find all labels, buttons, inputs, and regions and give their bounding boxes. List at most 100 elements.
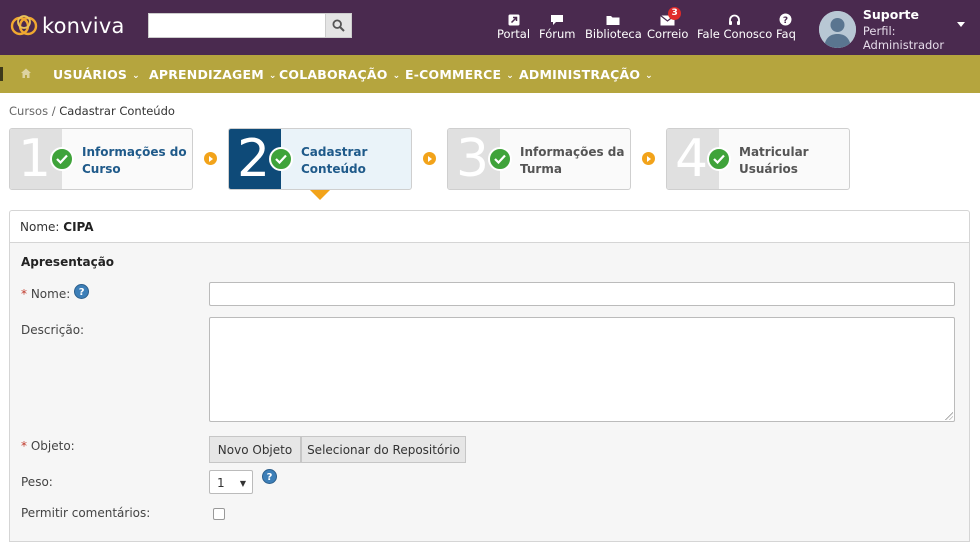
menu-aprendizagem[interactable]: APRENDIZAGEM ⌄ (149, 67, 277, 82)
step-1[interactable]: 1 Informações do Curso (9, 128, 193, 190)
step-label-line1: Matricular (739, 145, 809, 159)
resize-handle[interactable] (945, 412, 953, 420)
main-menu: USUÁRIOS ⌄ APRENDIZAGEM ⌄ COLABORAÇÃO ⌄ E-C… (0, 55, 980, 93)
nav-biblioteca[interactable]: Biblioteca (585, 11, 642, 41)
menu-administracao-label: ADMINISTRAÇÃO (519, 67, 641, 82)
menu-colaboracao[interactable]: COLABORAÇÃO ⌄ (279, 67, 400, 82)
required-mark: * (21, 439, 27, 453)
step-arrow-icon (423, 152, 436, 165)
search-input[interactable] (148, 13, 325, 38)
name-label: * Nome: ? (21, 284, 90, 302)
check-icon (269, 147, 293, 171)
required-mark: * (21, 287, 27, 301)
avatar (819, 11, 856, 48)
name-field[interactable] (209, 282, 955, 306)
menu-aprendizagem-label: APRENDIZAGEM (149, 67, 264, 82)
presentation-form: Apresentação * Nome: ? Descrição: * Obje… (9, 243, 970, 542)
name-label-text: Nome: (30, 287, 71, 301)
nav-correio[interactable]: 3 Correio (647, 7, 689, 41)
headset-icon (728, 11, 741, 26)
breadcrumb-current: Cadastrar Conteúdo (59, 104, 175, 118)
chat-bubble-icon (550, 11, 564, 26)
logo[interactable]: konviva (10, 12, 125, 40)
chevron-down-icon: ⌄ (392, 71, 401, 81)
step-label: Informações da Turma (520, 144, 625, 178)
active-step-pointer-icon (310, 190, 330, 200)
nav-faq[interactable]: ? Faq (776, 11, 796, 41)
mail-count-badge: 3 (668, 7, 682, 20)
step-label-line2: Turma (520, 162, 562, 176)
allow-comments-checkbox[interactable] (213, 508, 225, 520)
menu-usuarios[interactable]: USUÁRIOS ⌄ (53, 67, 140, 82)
nav-fale-conosco[interactable]: Fale Conosco (697, 11, 772, 41)
chevron-down-icon: ⌄ (132, 71, 140, 81)
menu-administracao[interactable]: ADMINISTRAÇÃO ⌄ (519, 67, 653, 82)
folder-icon (606, 11, 620, 26)
home-icon[interactable] (20, 67, 32, 79)
menu-ecommerce-label: E-COMMERCE (405, 67, 502, 82)
logo-text: konviva (42, 14, 125, 38)
check-icon (707, 147, 731, 171)
search-button[interactable] (325, 13, 352, 38)
breadcrumb-separator: / (51, 104, 56, 118)
step-label: Cadastrar Conteúdo (301, 144, 367, 178)
object-label-text: Objeto: (30, 439, 75, 453)
svg-text:?: ? (783, 16, 788, 26)
comments-label: Permitir comentários: (21, 506, 151, 520)
step-2[interactable]: 2 Cadastrar Conteúdo (228, 128, 412, 190)
step-label: Matricular Usuários (739, 144, 809, 178)
new-object-button[interactable]: Novo Objeto (209, 436, 301, 463)
menu-ecommerce[interactable]: E-COMMERCE ⌄ (405, 67, 514, 82)
step-arrow-icon (204, 152, 217, 165)
nav-portal-label: Portal (497, 27, 531, 41)
search-box (148, 13, 352, 38)
select-from-repository-button[interactable]: Selecionar do Repositório (301, 436, 466, 463)
user-menu[interactable]: Suporte Perfil: Administrador (819, 7, 980, 52)
menu-colaboracao-label: COLABORAÇÃO (279, 67, 388, 82)
nav-correio-label: Correio (647, 27, 689, 41)
chevron-down-icon: ⌄ (645, 71, 653, 81)
weight-select[interactable]: 1 ▼ (209, 470, 253, 494)
search-icon (332, 19, 345, 32)
step-4[interactable]: 4 Matricular Usuários (666, 128, 850, 190)
step-label-line1: Informações da (520, 145, 625, 159)
nav-fale-conosco-label: Fale Conosco (697, 27, 773, 41)
step-label-line1: Cadastrar (301, 145, 368, 159)
menu-usuarios-label: USUÁRIOS (53, 67, 128, 82)
help-icon[interactable]: ? (262, 469, 277, 484)
step-label-line2: Usuários (739, 162, 798, 176)
step-3[interactable]: 3 Informações da Turma (447, 128, 631, 190)
step-label-line2: Curso (82, 162, 121, 176)
step-label-line1: Informações do (82, 145, 187, 159)
object-label: * Objeto: (21, 439, 75, 453)
course-name-value: CIPA (63, 220, 94, 234)
nav-forum[interactable]: Fórum (539, 11, 575, 41)
course-name-label: Nome: (20, 220, 60, 234)
check-icon (50, 147, 74, 171)
caret-down-icon: ▼ (239, 479, 246, 488)
user-role: Perfil: Administrador (862, 24, 945, 52)
question-circle-icon: ? (779, 11, 792, 26)
breadcrumb: Cursos / Cadastrar Conteúdo (9, 104, 175, 118)
chevron-down-icon: ⌄ (268, 71, 277, 81)
konviva-logo-icon (10, 15, 38, 36)
check-icon (488, 147, 512, 171)
user-name: Suporte (862, 7, 919, 22)
breadcrumb-parent[interactable]: Cursos (9, 104, 48, 118)
external-link-icon (508, 11, 520, 26)
top-header: konviva Portal Fórum Biblioteca 3 Correi… (0, 0, 980, 55)
help-icon[interactable]: ? (74, 284, 90, 299)
step-number: 4 (675, 129, 709, 189)
step-number: 1 (18, 129, 52, 189)
description-field[interactable] (209, 317, 955, 422)
step-number: 3 (456, 129, 490, 189)
nav-forum-label: Fórum (539, 27, 576, 41)
nav-biblioteca-label: Biblioteca (585, 27, 642, 41)
nav-portal[interactable]: Portal (497, 11, 530, 41)
step-number: 2 (237, 129, 271, 189)
step-label-line2: Conteúdo (301, 162, 366, 176)
menu-handle[interactable] (0, 67, 3, 81)
user-menu-caret-icon[interactable] (957, 22, 965, 27)
envelope-icon: 3 (660, 7, 682, 26)
step-label: Informações do Curso (82, 144, 187, 178)
